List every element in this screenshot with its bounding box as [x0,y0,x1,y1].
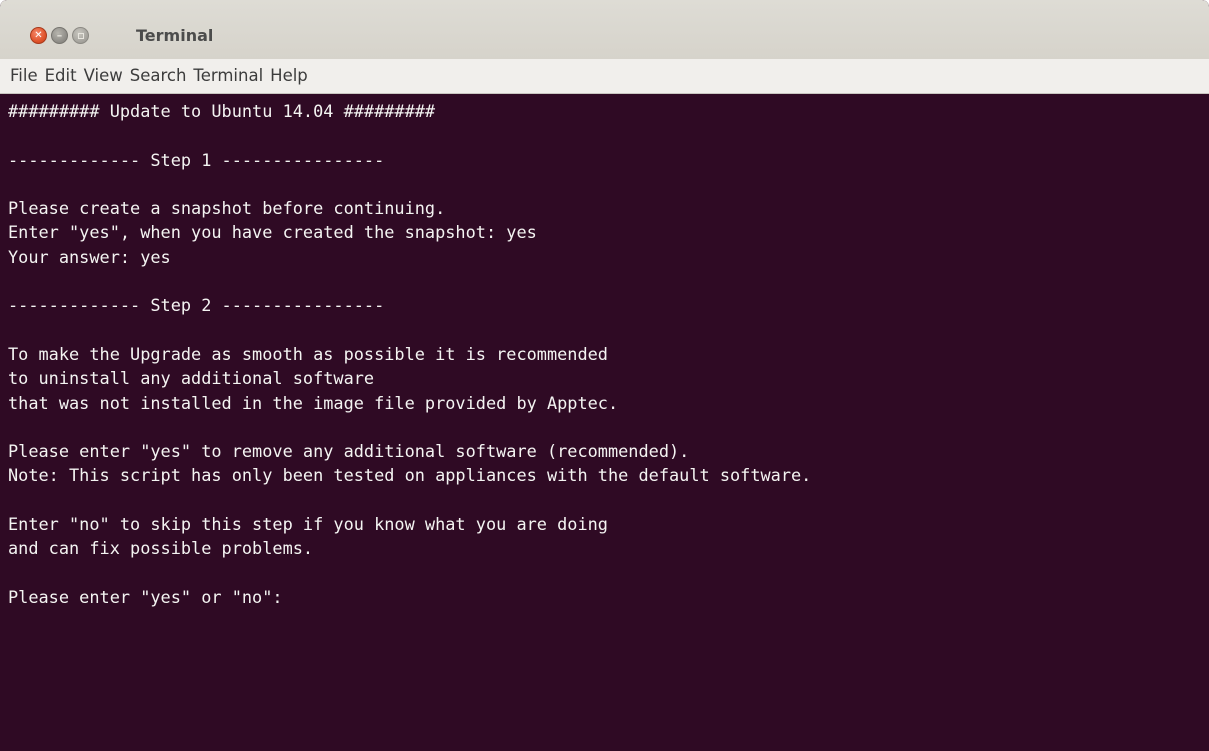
window-title: Terminal [136,26,214,45]
terminal-line: ######### Update to Ubuntu 14.04 #######… [8,101,436,121]
menu-file[interactable]: File [10,66,38,86]
terminal-output[interactable]: ######### Update to Ubuntu 14.04 #######… [0,94,1209,751]
menu-view[interactable]: View [84,66,123,86]
terminal-line: Please create a snapshot before continui… [8,198,446,219]
terminal-line: that was not installed in the image file… [8,392,619,413]
terminal-line: to uninstall any additional software [8,368,375,389]
menu-edit[interactable]: Edit [45,66,77,86]
terminal-line: To make the Upgrade as smooth as possibl… [8,343,608,364]
terminal-line: Enter "yes", when you have created the s… [8,222,537,243]
terminal-prompt-line: Please enter "yes" or "no": [8,586,283,607]
menu-bar: File Edit View Search Terminal Help [0,59,1209,94]
terminal-line: Your answer: yes [8,246,171,267]
terminal-window: ✕ – Terminal File Edit View Search Termi… [0,0,1209,751]
terminal-line: Enter "no" to skip this step if you know… [8,514,608,535]
terminal-line: and can fix possible problems. [8,538,314,559]
minimize-icon[interactable]: – [51,27,68,44]
maximize-icon[interactable] [72,27,89,44]
menu-terminal[interactable]: Terminal [193,66,263,86]
close-icon[interactable]: ✕ [30,27,47,44]
terminal-line: Note: This script has only been tested o… [8,465,812,486]
terminal-line: Please enter "yes" to remove any additio… [8,441,690,462]
menu-help[interactable]: Help [270,66,308,86]
menu-search[interactable]: Search [130,66,187,86]
terminal-line: ------------- Step 1 ---------------- [8,149,385,170]
title-bar[interactable]: ✕ – Terminal [0,0,1209,59]
terminal-line: ------------- Step 2 ---------------- [8,295,385,316]
